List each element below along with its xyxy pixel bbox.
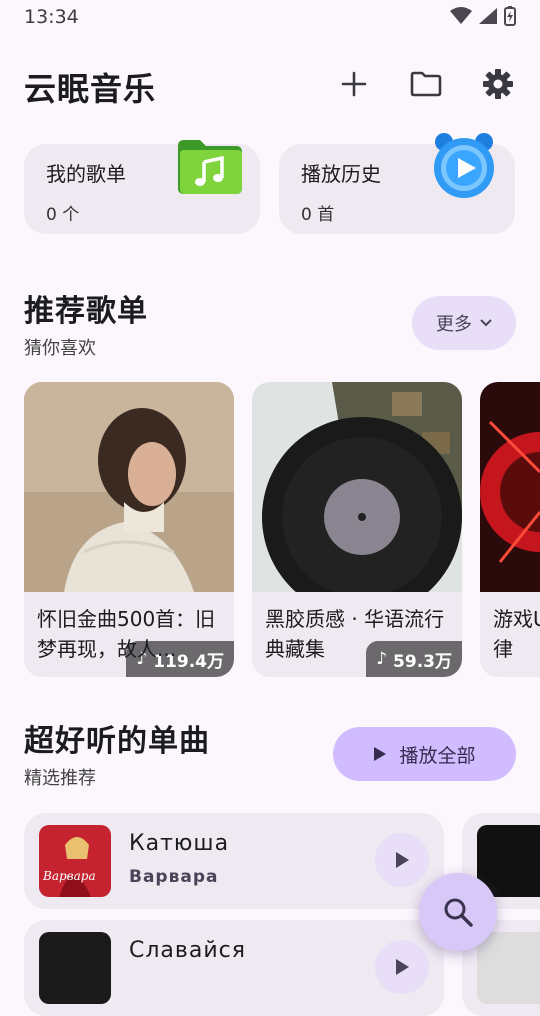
singles-subtitle: 精选推荐 [24, 768, 96, 789]
song-title: Катюша [129, 831, 230, 856]
playlist-card[interactable]: ♪ 59.3万 黑胶质感 · 华语流行典藏集 [252, 382, 462, 677]
song-cover [39, 932, 111, 1004]
settings-button[interactable] [474, 60, 522, 108]
search-icon [444, 898, 473, 927]
app-title: 云眠音乐 [24, 70, 157, 108]
music-folder-icon [178, 140, 242, 194]
battery-icon [504, 6, 516, 26]
status-time: 13:34 [24, 6, 79, 28]
add-icon [341, 71, 367, 97]
song-artist: Варвара [129, 867, 219, 887]
search-fab[interactable] [419, 873, 497, 951]
status-bar: 13:34 [0, 0, 540, 36]
recommend-title: 推荐歌单 [24, 294, 148, 329]
wifi-icon [450, 7, 472, 24]
play-icon [374, 747, 387, 761]
song-cover-text: Варвара [43, 869, 96, 883]
chevron-down-icon [480, 319, 492, 327]
folder-button[interactable] [402, 60, 450, 108]
my-playlists-title: 我的歌单 [46, 162, 126, 186]
play-icon [396, 852, 409, 868]
play-history-title: 播放历史 [301, 162, 381, 186]
playlist-cover [480, 382, 540, 592]
playlist-card[interactable]: 游戏U 胜旋律 [480, 382, 540, 677]
song-item[interactable]: Славайся [24, 920, 444, 1016]
my-playlists-count: 0 个 [46, 205, 80, 225]
more-button[interactable]: 更多 [412, 296, 516, 350]
song-play-button[interactable] [375, 833, 429, 887]
play-all-button[interactable]: 播放全部 [333, 727, 516, 781]
recommend-subtitle: 猜你喜欢 [24, 338, 96, 359]
play-history-count: 0 首 [301, 205, 335, 225]
add-button[interactable] [330, 60, 378, 108]
song-play-button[interactable] [375, 940, 429, 994]
alarm-clock-play-icon [434, 133, 494, 198]
playlist-card[interactable]: ♪ 119.4万 怀旧金曲500首：旧梦再现，故人... [24, 382, 234, 677]
more-label: 更多 [436, 314, 472, 335]
song-cover [477, 932, 540, 1004]
playlist-cover [252, 382, 462, 592]
playlist-cover [24, 382, 234, 592]
app-header: 云眠音乐 [0, 52, 540, 116]
play-all-label: 播放全部 [399, 744, 476, 767]
gear-icon [483, 69, 513, 99]
play-icon [396, 959, 409, 975]
song-item[interactable]: Варвара Катюша Варвара [24, 813, 444, 909]
playlist-name: 怀旧金曲500首：旧梦再现，故人... [37, 607, 216, 661]
singles-title: 超好听的单曲 [24, 724, 210, 759]
status-icons [450, 6, 516, 26]
playlist-name: 黑胶质感 · 华语流行典藏集 [265, 607, 445, 661]
signal-icon [479, 8, 497, 24]
playlist-name: 游戏U 胜旋律 [493, 607, 540, 661]
song-cover: Варвара [39, 825, 111, 897]
folder-icon [410, 71, 442, 97]
song-title: Славайся [129, 938, 246, 963]
